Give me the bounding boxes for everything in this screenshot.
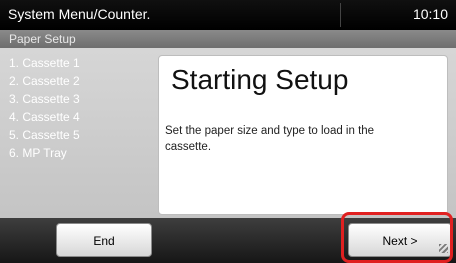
step-item: 2. Cassette 2 — [9, 74, 80, 88]
resize-grip-icon — [439, 244, 448, 253]
title-bar: System Menu/Counter. 10:10 — [0, 0, 456, 30]
step-item: 3. Cassette 3 — [9, 92, 80, 106]
instruction-text: Set the paper size and type to load in t… — [165, 125, 375, 153]
page-title: Starting Setup — [171, 64, 349, 95]
step-item: 6. MP Tray — [9, 146, 67, 160]
next-button[interactable]: Next > — [348, 223, 452, 257]
step-item: 5. Cassette 5 — [9, 128, 80, 142]
bottom-bar: End Next > — [0, 218, 456, 263]
title-divider — [340, 3, 341, 27]
end-button[interactable]: End — [56, 223, 152, 257]
clock: 10:10 — [412, 6, 448, 22]
window-title: System Menu/Counter. — [8, 6, 151, 22]
step-item: 1. Cassette 1 — [9, 56, 80, 70]
step-item: 4. Cassette 4 — [9, 110, 80, 124]
main-area: 1. Cassette 1 2. Cassette 2 3. Cassette … — [0, 48, 456, 218]
content-panel: Starting Setup Set the paper size and ty… — [158, 55, 448, 215]
step-list: 1. Cassette 1 2. Cassette 2 3. Cassette … — [0, 54, 160, 162]
next-button-label: Next > — [382, 234, 418, 248]
screen-title: Paper Setup — [0, 30, 456, 48]
